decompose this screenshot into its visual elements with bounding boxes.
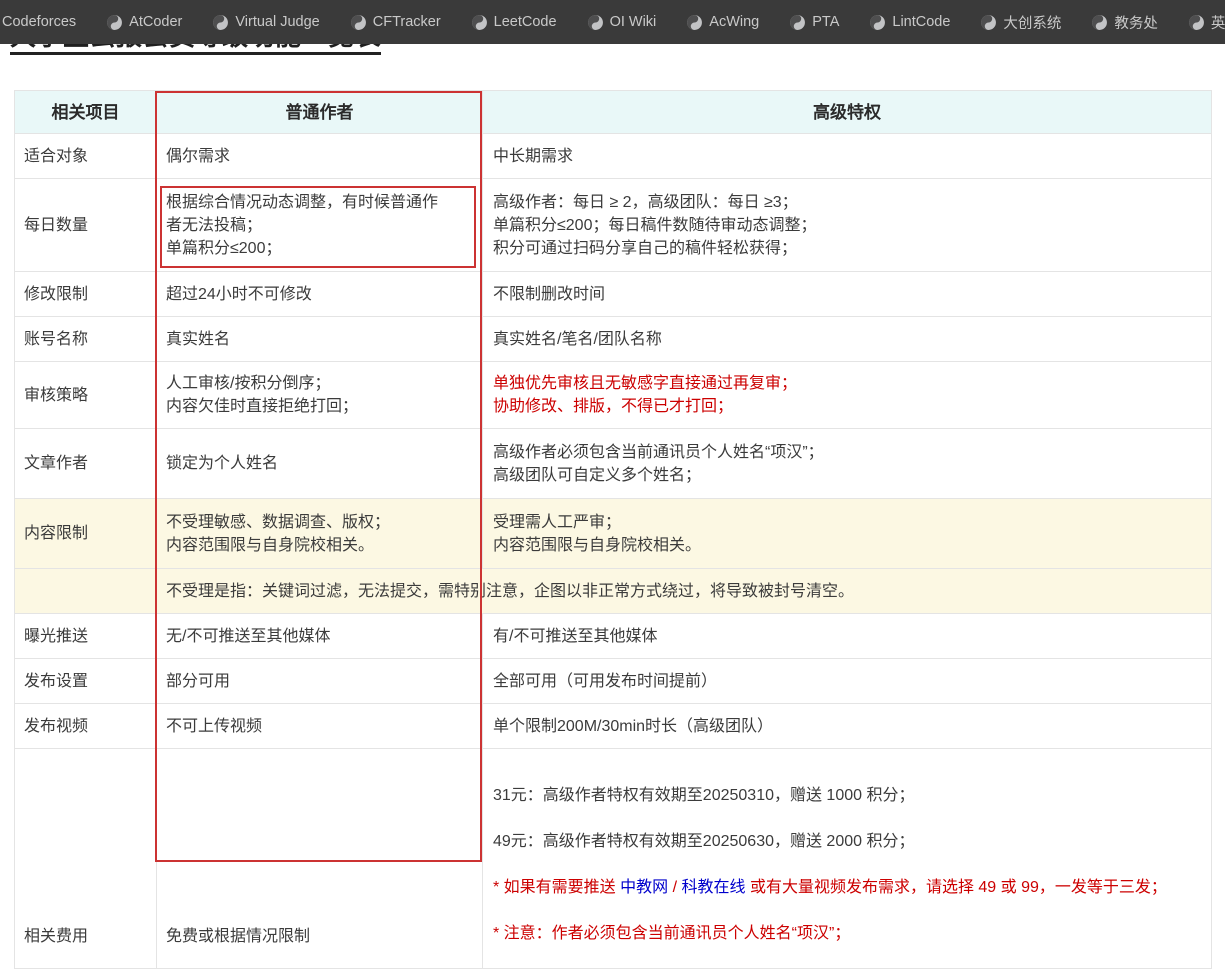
bookmark-label: LeetCode [494, 14, 557, 30]
row-label: 适合对象 [15, 134, 157, 179]
globe-icon [212, 14, 229, 31]
normal-cell: 真实姓名 [157, 317, 483, 362]
link-zhongjiaowang[interactable]: 中教网 [620, 879, 668, 896]
bookmark-dachuang[interactable]: 大创系统 [980, 12, 1061, 33]
row-label: 修改限制 [15, 272, 157, 317]
table-row-target: 适合对象 偶尔需求 中长期需求 [15, 134, 1212, 179]
globe-icon [106, 14, 123, 31]
bookmark-cftracker[interactable]: CFTracker [350, 14, 441, 31]
fee-note-push: * 如果有需要推送 中教网 / 科教在线 或有大量视频发布需求，请选择 49 或… [493, 876, 1199, 899]
globe-icon [686, 14, 703, 31]
globe-icon [1188, 14, 1205, 31]
row-label: 每日数量 [15, 179, 157, 272]
table-row-content: 内容限制 不受理敏感、数据调查、版权； 内容范围限与自身院校相关。 受理需人工严… [15, 499, 1212, 569]
globe-icon [980, 14, 997, 31]
bookmark-label: LintCode [892, 14, 950, 30]
row-label: 账号名称 [15, 317, 157, 362]
normal-cell: 偶尔需求 [157, 134, 483, 179]
content-note-cell: 不受理是指：关键词过滤，无法提交，需特别注意，企图以非正常方式绕过，将导致被封号… [157, 569, 1212, 614]
premium-cell: 高级作者必须包含当前通讯员个人姓名“项汉”； 高级团队可自定义多个姓名； [483, 429, 1212, 499]
row-label: 审核策略 [15, 362, 157, 429]
bookmark-pta[interactable]: PTA [789, 14, 839, 31]
row-label: 曝光推送 [15, 614, 157, 659]
table-row-fees: 相关费用 免费或根据情况限制 31元：高级作者特权有效期至20250310，赠送… [15, 749, 1212, 969]
bookmark-label: Virtual Judge [235, 14, 319, 30]
row-label: 相关费用 [15, 749, 157, 969]
fee-option-31: 31元：高级作者特权有效期至20250310，赠送 1000 积分； [493, 784, 1199, 807]
bookmark-codeforces[interactable]: Codeforces [2, 14, 76, 30]
link-kejiaozaixian[interactable]: 科教在线 [681, 879, 745, 896]
table-row-edit: 修改限制 超过24小时不可修改 不限制删改时间 [15, 272, 1212, 317]
globe-icon [471, 14, 488, 31]
normal-cell: 无/不可推送至其他媒体 [157, 614, 483, 659]
bookmark-label: 英 [1211, 12, 1225, 33]
premium-cell-alert: 单独优先审核且无敏感字直接通过再复审； 协助修改、排版，不得已才打回； [483, 362, 1212, 429]
bookmark-label: AtCoder [129, 14, 182, 30]
normal-cell: 根据综合情况动态调整，有时候普通作者无法投稿； 单篇积分≤200； [157, 179, 483, 272]
premium-cell: 真实姓名/笔名/团队名称 [483, 317, 1212, 362]
globe-icon [587, 14, 604, 31]
bookmark-atcoder[interactable]: AtCoder [106, 14, 182, 31]
premium-cell: 全部可用（可用发布时间提前） [483, 659, 1212, 704]
normal-cell: 免费或根据情况限制 [157, 749, 483, 969]
bookmark-jiaowuchu[interactable]: 教务处 [1091, 12, 1158, 33]
table-row-review: 审核策略 人工审核/按积分倒序； 内容欠佳时直接拒绝打回； 单独优先审核且无敏感… [15, 362, 1212, 429]
fee-note-name: * 注意：作者必须包含当前通讯员个人姓名“项汉”； [493, 922, 1199, 945]
header-normal-author: 普通作者 [157, 91, 483, 134]
membership-feature-table: 相关项目 普通作者 高级特权 适合对象 偶尔需求 中长期需求 每日数量 根据综合… [14, 90, 1212, 969]
normal-cell: 超过24小时不可修改 [157, 272, 483, 317]
premium-cell: 单个限制200M/30min时长（高级团队） [483, 704, 1212, 749]
bookmark-leetcode[interactable]: LeetCode [471, 14, 557, 31]
premium-cell: 中长期需求 [483, 134, 1212, 179]
header-premium: 高级特权 [483, 91, 1212, 134]
bookmark-label: 教务处 [1114, 12, 1158, 33]
globe-icon [1091, 14, 1108, 31]
table-header-row: 相关项目 普通作者 高级特权 [15, 91, 1212, 134]
globe-icon [789, 14, 806, 31]
bookmark-label: Codeforces [2, 14, 76, 30]
globe-icon [350, 14, 367, 31]
row-label: 发布设置 [15, 659, 157, 704]
globe-icon [869, 14, 886, 31]
bookmark-label: PTA [812, 14, 839, 30]
normal-cell: 人工审核/按积分倒序； 内容欠佳时直接拒绝打回； [157, 362, 483, 429]
premium-fees-cell: 31元：高级作者特权有效期至20250310，赠送 1000 积分； 49元：高… [483, 749, 1212, 969]
row-label-empty [15, 569, 157, 614]
bookmark-lintcode[interactable]: LintCode [869, 14, 950, 31]
bookmark-virtual-judge[interactable]: Virtual Judge [212, 14, 319, 31]
bookmark-acwing[interactable]: AcWing [686, 14, 759, 31]
table-row-publish: 发布设置 部分可用 全部可用（可用发布时间提前） [15, 659, 1212, 704]
row-label: 发布视频 [15, 704, 157, 749]
header-related-item: 相关项目 [15, 91, 157, 134]
normal-cell: 锁定为个人姓名 [157, 429, 483, 499]
bookmark-label: CFTracker [373, 14, 441, 30]
bookmark-oi-wiki[interactable]: OI Wiki [587, 14, 657, 31]
premium-cell: 不限制删改时间 [483, 272, 1212, 317]
premium-cell: 受理需人工严审； 内容范围限与自身院校相关。 [483, 499, 1212, 569]
bookmarks-bar: Codeforces AtCoder Virtual Judge CFTrack… [0, 0, 1225, 44]
row-label: 内容限制 [15, 499, 157, 569]
bookmark-truncated[interactable]: 英 [1188, 12, 1225, 33]
table-row-author: 文章作者 锁定为个人姓名 高级作者必须包含当前通讯员个人姓名“项汉”； 高级团队… [15, 429, 1212, 499]
normal-cell: 不受理敏感、数据调查、版权； 内容范围限与自身院校相关。 [157, 499, 483, 569]
table-row-exposure: 曝光推送 无/不可推送至其他媒体 有/不可推送至其他媒体 [15, 614, 1212, 659]
fee-option-49: 49元：高级作者特权有效期至20250630，赠送 2000 积分； [493, 830, 1199, 853]
bookmark-label: 大创系统 [1003, 12, 1061, 33]
bookmark-label: OI Wiki [610, 14, 657, 30]
normal-cell: 部分可用 [157, 659, 483, 704]
premium-cell: 有/不可推送至其他媒体 [483, 614, 1212, 659]
table-row-video: 发布视频 不可上传视频 单个限制200M/30min时长（高级团队） [15, 704, 1212, 749]
normal-cell: 不可上传视频 [157, 704, 483, 749]
table-row-account: 账号名称 真实姓名 真实姓名/笔名/团队名称 [15, 317, 1212, 362]
table-row-content-note: 不受理是指：关键词过滤，无法提交，需特别注意，企图以非正常方式绕过，将导致被封号… [15, 569, 1212, 614]
bookmark-label: AcWing [709, 14, 759, 30]
table-row-daily: 每日数量 根据综合情况动态调整，有时候普通作者无法投稿； 单篇积分≤200； 高… [15, 179, 1212, 272]
row-label: 文章作者 [15, 429, 157, 499]
premium-cell: 高级作者：每日 ≥ 2，高级团队：每日 ≥3； 单篇积分≤200；每日稿件数随待… [483, 179, 1212, 272]
